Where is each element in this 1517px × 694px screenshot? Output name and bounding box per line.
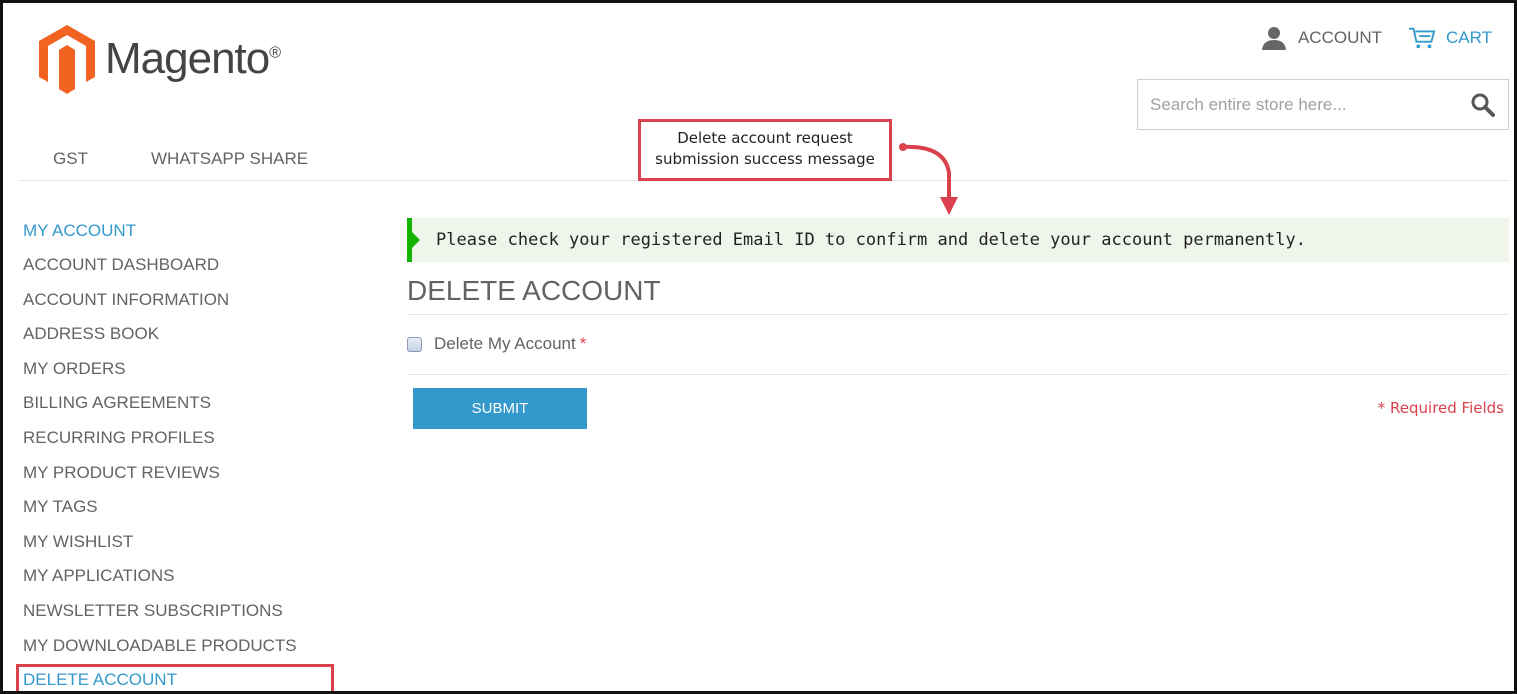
account-label: ACCOUNT [1297, 28, 1383, 47]
sidebar-item-my-tags[interactable]: MY TAGS [23, 496, 343, 531]
callout-line-1: Delete account request [677, 129, 853, 147]
delete-account-checkbox[interactable] [407, 336, 422, 352]
title-divider [407, 314, 1509, 315]
user-icon [1261, 27, 1286, 50]
header-links: ACCOUNT CART [1260, 25, 1492, 51]
magento-logo-icon [39, 25, 95, 94]
required-fields-note: * Required Fields [1377, 399, 1504, 417]
success-message: Please check your registered Email ID to… [407, 218, 1509, 262]
cart-label: CART [1446, 28, 1492, 47]
search-input[interactable] [1150, 94, 1470, 115]
sidebar-item-account-information[interactable]: ACCOUNT INFORMATION [23, 289, 343, 324]
success-arrow-icon [412, 232, 420, 248]
delete-account-label: Delete My Account [434, 334, 576, 353]
cart-icon [1408, 27, 1436, 49]
main-nav: GST WHATSAPP SHARE [53, 149, 308, 169]
account-sidebar: MY ACCOUNT ACCOUNT DASHBOARD ACCOUNT INF… [23, 220, 343, 691]
registered-mark: ® [269, 44, 281, 62]
submit-button[interactable]: SUBMIT [413, 388, 587, 429]
sidebar-item-my-applications[interactable]: MY APPLICATIONS [23, 565, 343, 600]
search-box [1137, 79, 1509, 130]
sidebar-item-my-orders[interactable]: MY ORDERS [23, 358, 343, 393]
annotation-highlight-box [16, 664, 334, 691]
annotation-callout: Delete account request submission succes… [638, 119, 892, 181]
sidebar-item-recurring-profiles[interactable]: RECURRING PROFILES [23, 427, 343, 462]
sidebar-item-my-wishlist[interactable]: MY WISHLIST [23, 531, 343, 566]
sidebar-item-address-book[interactable]: ADDRESS BOOK [23, 323, 343, 358]
nav-item-gst[interactable]: GST [53, 149, 88, 169]
annotation-arrow-icon [899, 143, 958, 215]
sidebar-item-newsletter-subscriptions[interactable]: NEWSLETTER SUBSCRIPTIONS [23, 600, 343, 635]
cart-link[interactable]: CART [1408, 25, 1492, 51]
delete-account-field[interactable]: Delete My Account * [407, 334, 586, 354]
success-message-text: Please check your registered Email ID to… [436, 230, 1306, 250]
form-divider [407, 374, 1509, 375]
page-title: DELETE ACCOUNT [407, 275, 661, 306]
required-star: * [579, 334, 587, 353]
sidebar-title: MY ACCOUNT [23, 221, 137, 240]
search-icon[interactable] [1470, 92, 1496, 118]
nav-item-whatsapp-share[interactable]: WHATSAPP SHARE [151, 149, 308, 169]
logo-text: Magento [105, 34, 270, 83]
sidebar-item-account-dashboard[interactable]: ACCOUNT DASHBOARD [23, 254, 343, 289]
sidebar-item-my-product-reviews[interactable]: MY PRODUCT REVIEWS [23, 462, 343, 497]
magento-logo[interactable]: Magento® [37, 23, 281, 95]
page-frame: Magento® ACCOUNT CART G [0, 0, 1517, 694]
callout-line-2: submission success message [655, 150, 875, 168]
account-link[interactable]: ACCOUNT [1260, 25, 1382, 51]
sidebar-item-billing-agreements[interactable]: BILLING AGREEMENTS [23, 392, 343, 427]
